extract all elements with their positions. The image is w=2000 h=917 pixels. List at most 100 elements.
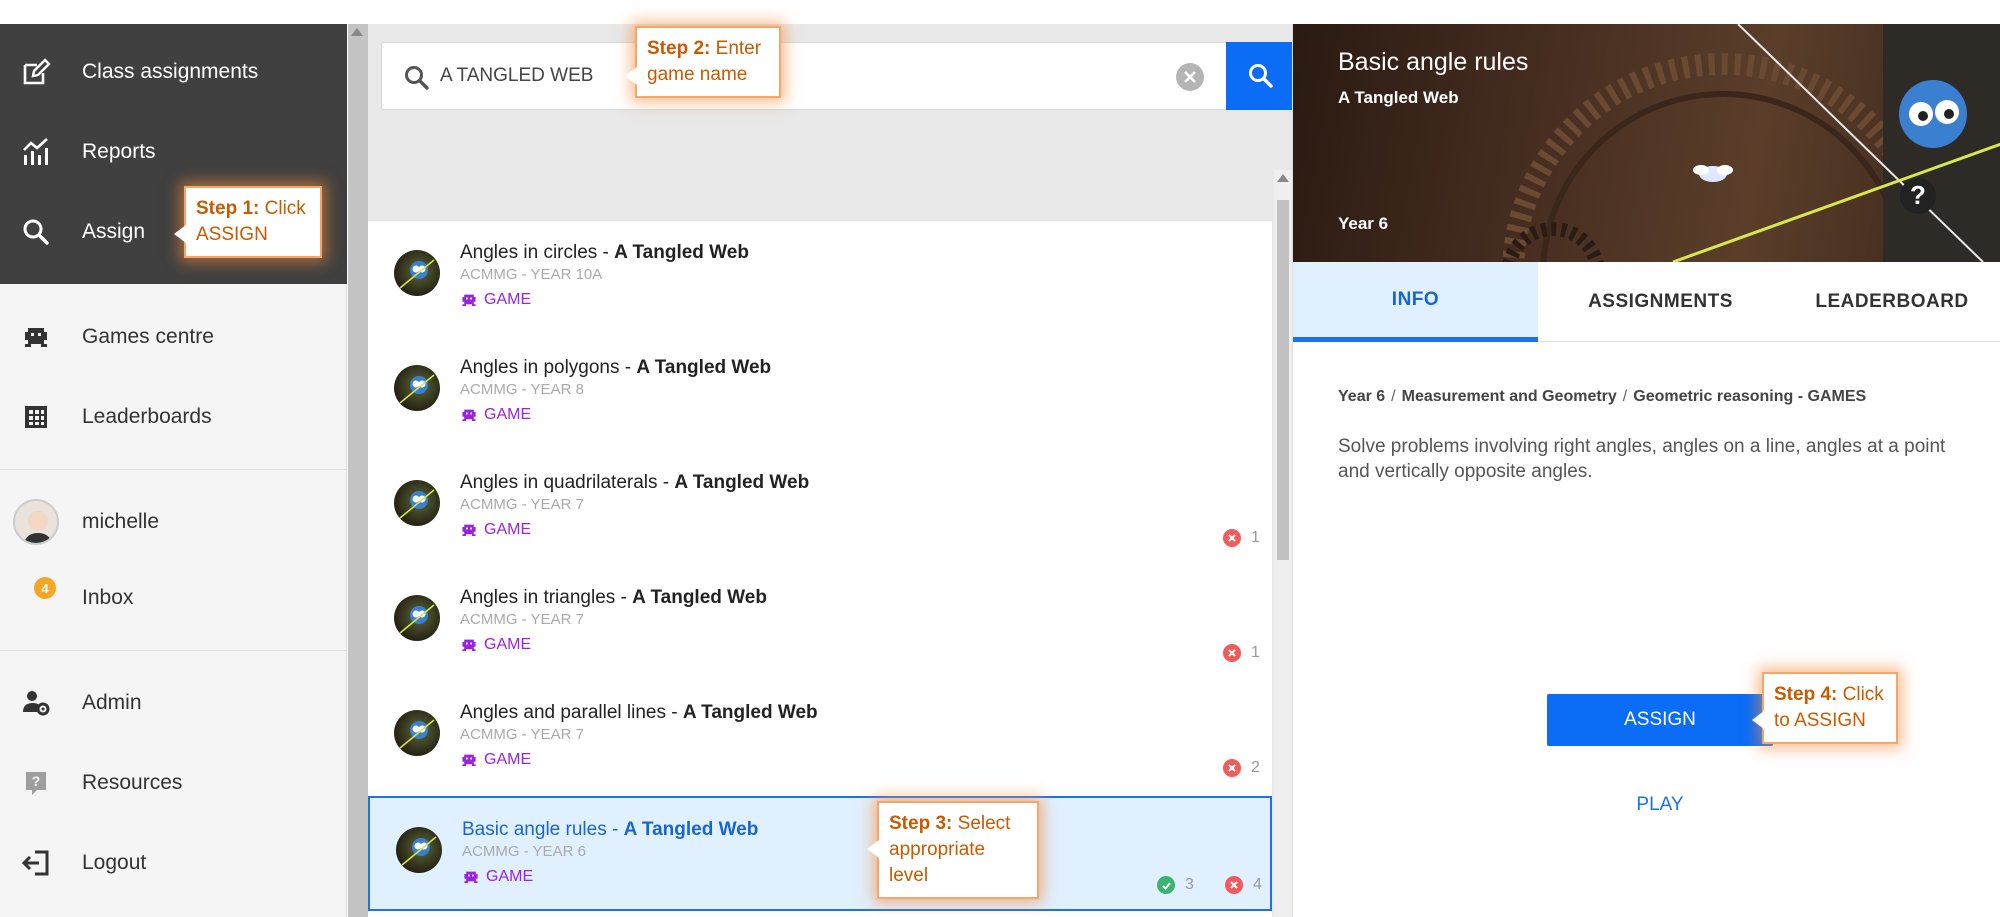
callout-step: Step 1:	[196, 198, 260, 219]
result-topic: Angles in polygons	[460, 357, 620, 378]
result-type-label: GAME	[484, 291, 532, 308]
result-title: Basic angle rules - A Tangled Web	[462, 819, 758, 841]
game-icon	[460, 521, 478, 539]
cross-icon	[1225, 876, 1243, 894]
result-type-tag: GAME	[460, 291, 531, 309]
result-game-name: A Tangled Web	[674, 472, 810, 493]
sidebar-item-games-centre[interactable]: Games centre	[0, 307, 347, 367]
result-curriculum: ACMMG - YEAR 7	[460, 496, 584, 513]
sidebar-item-profile[interactable]: michelle	[0, 492, 347, 552]
search-button[interactable]	[1226, 42, 1296, 110]
result-type-tag: GAME	[460, 751, 531, 769]
sidebar-item-label: Games centre	[82, 325, 214, 348]
sidebar-item-label: Assign	[82, 220, 146, 243]
result-type-label: GAME	[484, 406, 532, 423]
check-icon	[1157, 876, 1175, 894]
breadcrumb-separator: /	[1622, 388, 1628, 405]
tab-info[interactable]: INFO	[1293, 262, 1538, 342]
result-row[interactable]: Angles in triangles - A Tangled Web ACMMG…	[368, 566, 1272, 681]
help-icon: ?	[20, 767, 52, 799]
result-topic: Angles in triangles	[460, 587, 616, 608]
game-icon	[460, 636, 478, 654]
callout-step: Step 3:	[889, 813, 953, 834]
result-row[interactable]: Angles in quadrilaterals - A Tangled Web…	[368, 451, 1272, 566]
logout-icon	[20, 847, 52, 879]
search-bar	[381, 42, 1296, 110]
breadcrumb-item: Year 6	[1338, 388, 1386, 405]
callout-step-1: Step 1: Click ASSIGN	[174, 186, 322, 258]
callout-step: Step 2:	[647, 38, 711, 59]
game-thumbnail	[394, 365, 440, 411]
sidebar-item-admin[interactable]: Admin	[0, 673, 347, 733]
result-game-name: A Tangled Web	[636, 357, 772, 378]
result-game-name: A Tangled Web	[623, 819, 759, 840]
result-separator: -	[619, 357, 637, 378]
detail-tabs: INFO ASSIGNMENTS LEADERBOARD	[1293, 262, 2000, 342]
result-row[interactable]: Angles in polygons - A Tangled Web ACMMG …	[368, 336, 1272, 451]
clear-search-icon[interactable]	[1176, 63, 1204, 91]
callout-arrow	[1752, 711, 1764, 729]
avatar	[12, 498, 60, 546]
stat-count: 3	[1185, 876, 1194, 893]
sidebar-item-label: Inbox	[82, 586, 134, 609]
sidebar-item-reports[interactable]: Reports	[0, 122, 347, 182]
result-topic: Basic angle rules	[462, 819, 607, 840]
result-curriculum: ACMMG - YEAR 7	[460, 611, 584, 628]
game-banner: ? Basic angle rules A Tangled Web Year 6	[1293, 24, 2000, 262]
result-topic: Angles in quadrilaterals	[460, 472, 658, 493]
result-row[interactable]: Basic angle rules - A Tangled Web ACMMG -…	[368, 796, 1272, 911]
sidebar-item-logout[interactable]: Logout	[0, 833, 347, 893]
game-thumbnail	[394, 250, 440, 296]
scrollbar-thumb[interactable]	[1277, 200, 1289, 560]
result-separator: -	[606, 819, 624, 840]
sidebar-item-label: Reports	[82, 140, 156, 163]
game-year: Year 6	[1338, 214, 1389, 233]
play-link[interactable]: PLAY	[1547, 794, 1773, 816]
result-type-tag: GAME	[460, 636, 531, 654]
result-type-label: GAME	[484, 521, 532, 538]
sidebar-item-leaderboards[interactable]: Leaderboards	[0, 387, 347, 447]
result-row[interactable]: Angles in circles - A Tangled Web ACMMG -…	[368, 221, 1272, 336]
sidebar-divider	[0, 469, 347, 470]
scroll-up-icon[interactable]	[351, 28, 363, 36]
sidebar-item-resources[interactable]: ? Resources	[0, 753, 347, 813]
result-row[interactable]: Angles and parallel lines - A Tangled We…	[368, 681, 1272, 796]
stat-count: 2	[1251, 759, 1260, 776]
incomplete-stat: 1	[1223, 644, 1260, 662]
game-thumbnail	[394, 595, 440, 641]
result-type-tag: GAME	[460, 406, 531, 424]
chart-icon	[20, 136, 52, 168]
admin-icon	[20, 687, 52, 719]
sidebar-item-class-assignments[interactable]: Class assignments	[0, 42, 347, 102]
cross-icon	[1223, 644, 1241, 662]
results-scrollbar[interactable]	[1274, 170, 1292, 917]
stat-count: 1	[1251, 529, 1260, 546]
result-separator: -	[615, 587, 633, 608]
game-title: Basic angle rules	[1338, 48, 1529, 76]
search-input[interactable]	[440, 59, 1140, 93]
assign-button[interactable]: ASSIGN	[1547, 694, 1773, 746]
game-thumbnail	[394, 480, 440, 526]
game-icon	[460, 406, 478, 424]
svg-text:?: ?	[1910, 180, 1926, 210]
result-curriculum: ACMMG - YEAR 10A	[460, 266, 603, 283]
cross-icon	[1223, 529, 1241, 547]
incomplete-stat: 2	[1223, 759, 1260, 777]
game-subtitle: A Tangled Web	[1338, 88, 1459, 107]
sidebar-scrollbar[interactable]	[348, 24, 368, 917]
result-curriculum: ACMMG - YEAR 6	[462, 843, 586, 860]
scroll-up-icon[interactable]	[1277, 174, 1289, 182]
result-game-name: A Tangled Web	[682, 702, 818, 723]
search-panel: Angles in circles - A Tangled Web ACMMG -…	[368, 24, 1296, 917]
detail-panel: ? Basic angle rules A Tangled Web Year 6…	[1292, 24, 2000, 917]
tab-assignments[interactable]: ASSIGNMENTS	[1538, 262, 1783, 342]
tab-leaderboard[interactable]: LEADERBOARD	[1783, 262, 2000, 342]
breadcrumb: Year 6 / Measurement and Geometry / Geometri…	[1338, 388, 1866, 406]
callout-step-2: Step 2: Enter game name	[625, 26, 781, 98]
result-game-name: A Tangled Web	[614, 242, 749, 263]
sidebar-item-inbox[interactable]: 4 Inbox	[0, 568, 347, 628]
game-thumbnail	[394, 710, 440, 756]
result-topic: Angles and parallel lines	[460, 702, 666, 723]
result-separator: -	[657, 472, 675, 493]
search-icon	[404, 65, 430, 96]
